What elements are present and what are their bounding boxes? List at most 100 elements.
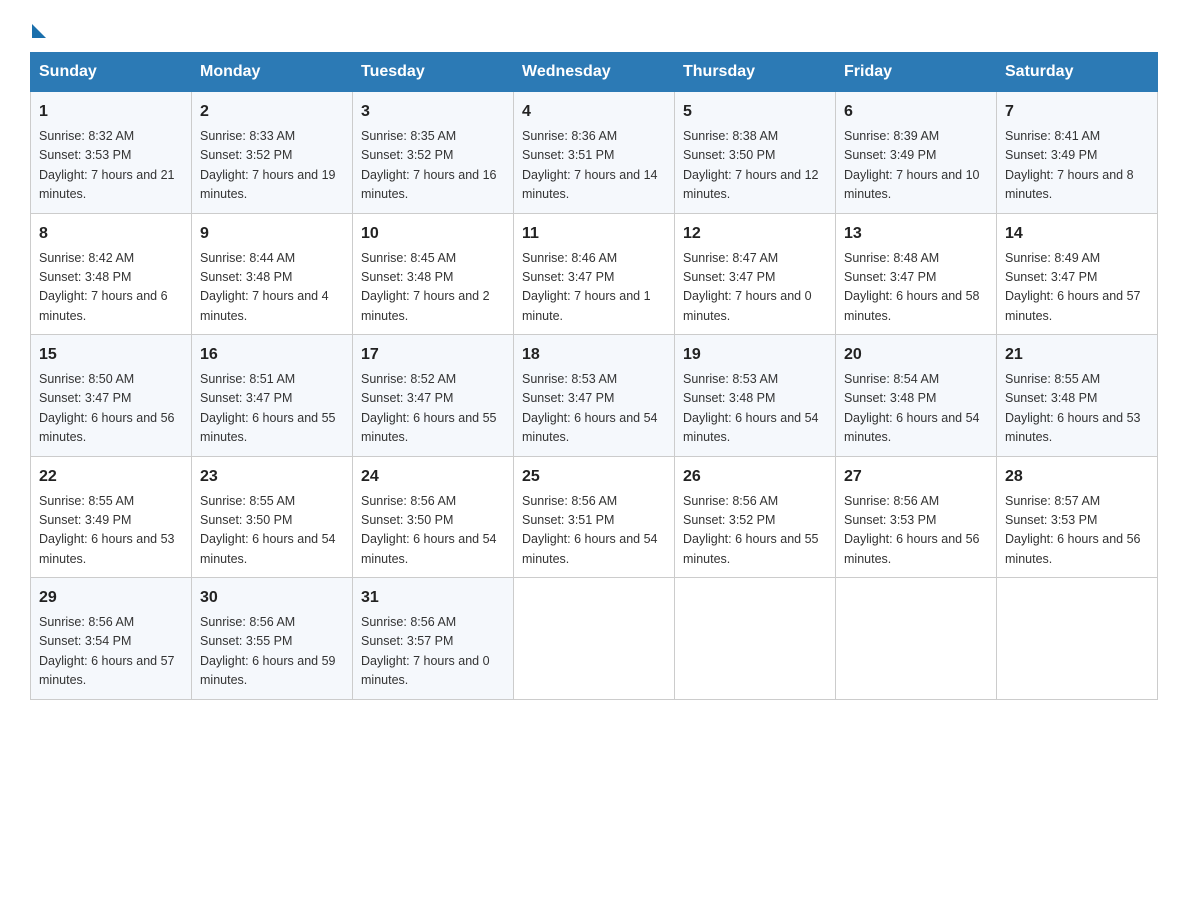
calendar-cell: 27Sunrise: 8:56 AMSunset: 3:53 PMDayligh… (836, 456, 997, 578)
calendar-cell: 25 Sunrise: 8:56 AMSunset: 3:51 PMDayligh… (514, 456, 675, 578)
day-number: 30 (200, 586, 344, 610)
calendar-cell: 19 Sunrise: 8:53 AMSunset: 3:48 PMDayligh… (675, 335, 836, 457)
calendar-cell: 28 Sunrise: 8:57 AMSunset: 3:53 PMDayligh… (997, 456, 1158, 578)
column-header-friday: Friday (836, 53, 997, 92)
day-number: 1 (39, 100, 183, 124)
day-info: Sunrise: 8:56 AMSunset: 3:57 PMDaylight:… (361, 613, 505, 691)
day-info: Sunrise: 8:36 AMSunset: 3:51 PMDaylight:… (522, 127, 666, 205)
calendar-cell: 8 Sunrise: 8:42 AMSunset: 3:48 PMDaylight… (31, 213, 192, 335)
column-header-saturday: Saturday (997, 53, 1158, 92)
week-row-3: 15 Sunrise: 8:50 AMSunset: 3:47 PMDayligh… (31, 335, 1158, 457)
column-header-monday: Monday (192, 53, 353, 92)
day-info: Sunrise: 8:48 AMSunset: 3:47 PMDaylight:… (844, 249, 988, 327)
day-info: Sunrise: 8:53 AMSunset: 3:47 PMDaylight:… (522, 370, 666, 448)
day-number: 18 (522, 343, 666, 367)
day-info: Sunrise: 8:56 AMSunset: 3:51 PMDaylight:… (522, 492, 666, 570)
day-number: 19 (683, 343, 827, 367)
day-info: Sunrise: 8:57 AMSunset: 3:53 PMDaylight:… (1005, 492, 1149, 570)
day-number: 24 (361, 465, 505, 489)
calendar-cell: 10 Sunrise: 8:45 AMSunset: 3:48 PMDayligh… (353, 213, 514, 335)
day-info: Sunrise: 8:56 AMSunset: 3:50 PMDaylight:… (361, 492, 505, 570)
calendar-cell: 1 Sunrise: 8:32 AMSunset: 3:53 PMDaylight… (31, 92, 192, 214)
day-number: 21 (1005, 343, 1149, 367)
day-info: Sunrise: 8:51 AMSunset: 3:47 PMDaylight:… (200, 370, 344, 448)
calendar-cell: 26Sunrise: 8:56 AMSunset: 3:52 PMDayligh… (675, 456, 836, 578)
column-header-wednesday: Wednesday (514, 53, 675, 92)
day-number: 3 (361, 100, 505, 124)
day-info: Sunrise: 8:47 AMSunset: 3:47 PMDaylight:… (683, 249, 827, 327)
day-info: Sunrise: 8:35 AMSunset: 3:52 PMDaylight:… (361, 127, 505, 205)
day-info: Sunrise: 8:50 AMSunset: 3:47 PMDaylight:… (39, 370, 183, 448)
calendar-cell: 5 Sunrise: 8:38 AMSunset: 3:50 PMDaylight… (675, 92, 836, 214)
day-number: 15 (39, 343, 183, 367)
day-number: 11 (522, 222, 666, 246)
day-number: 25 (522, 465, 666, 489)
week-row-5: 29 Sunrise: 8:56 AMSunset: 3:54 PMDayligh… (31, 578, 1158, 700)
calendar-cell (514, 578, 675, 700)
day-number: 4 (522, 100, 666, 124)
day-number: 16 (200, 343, 344, 367)
day-number: 27 (844, 465, 988, 489)
day-number: 31 (361, 586, 505, 610)
day-info: Sunrise: 8:49 AMSunset: 3:47 PMDaylight:… (1005, 249, 1149, 327)
day-number: 26 (683, 465, 827, 489)
day-info: Sunrise: 8:42 AMSunset: 3:48 PMDaylight:… (39, 249, 183, 327)
calendar-cell: 3 Sunrise: 8:35 AMSunset: 3:52 PMDaylight… (353, 92, 514, 214)
calendar-cell: 22Sunrise: 8:55 AMSunset: 3:49 PMDayligh… (31, 456, 192, 578)
calendar-cell: 18 Sunrise: 8:53 AMSunset: 3:47 PMDayligh… (514, 335, 675, 457)
day-number: 5 (683, 100, 827, 124)
calendar-cell: 13 Sunrise: 8:48 AMSunset: 3:47 PMDayligh… (836, 213, 997, 335)
calendar-header-row: SundayMondayTuesdayWednesdayThursdayFrid… (31, 53, 1158, 92)
day-number: 22 (39, 465, 183, 489)
calendar-cell: 29 Sunrise: 8:56 AMSunset: 3:54 PMDayligh… (31, 578, 192, 700)
page-header (30, 20, 1158, 34)
day-info: Sunrise: 8:41 AMSunset: 3:49 PMDaylight:… (1005, 127, 1149, 205)
day-number: 14 (1005, 222, 1149, 246)
day-number: 10 (361, 222, 505, 246)
calendar-cell: 2 Sunrise: 8:33 AMSunset: 3:52 PMDaylight… (192, 92, 353, 214)
logo-triangle-icon (32, 24, 46, 38)
week-row-4: 22Sunrise: 8:55 AMSunset: 3:49 PMDayligh… (31, 456, 1158, 578)
day-number: 12 (683, 222, 827, 246)
calendar-cell (997, 578, 1158, 700)
day-number: 7 (1005, 100, 1149, 124)
calendar-cell: 12 Sunrise: 8:47 AMSunset: 3:47 PMDayligh… (675, 213, 836, 335)
day-info: Sunrise: 8:33 AMSunset: 3:52 PMDaylight:… (200, 127, 344, 205)
calendar-cell: 23Sunrise: 8:55 AMSunset: 3:50 PMDayligh… (192, 456, 353, 578)
calendar-cell: 30 Sunrise: 8:56 AMSunset: 3:55 PMDayligh… (192, 578, 353, 700)
day-info: Sunrise: 8:39 AMSunset: 3:49 PMDaylight:… (844, 127, 988, 205)
day-info: Sunrise: 8:44 AMSunset: 3:48 PMDaylight:… (200, 249, 344, 327)
day-number: 13 (844, 222, 988, 246)
column-header-tuesday: Tuesday (353, 53, 514, 92)
calendar-cell: 4 Sunrise: 8:36 AMSunset: 3:51 PMDaylight… (514, 92, 675, 214)
day-number: 8 (39, 222, 183, 246)
day-number: 28 (1005, 465, 1149, 489)
calendar-cell: 9 Sunrise: 8:44 AMSunset: 3:48 PMDaylight… (192, 213, 353, 335)
day-number: 17 (361, 343, 505, 367)
day-info: Sunrise: 8:56 AMSunset: 3:54 PMDaylight:… (39, 613, 183, 691)
day-number: 9 (200, 222, 344, 246)
day-info: Sunrise: 8:46 AMSunset: 3:47 PMDaylight:… (522, 249, 666, 327)
calendar-cell: 14 Sunrise: 8:49 AMSunset: 3:47 PMDayligh… (997, 213, 1158, 335)
calendar-cell: 24 Sunrise: 8:56 AMSunset: 3:50 PMDayligh… (353, 456, 514, 578)
column-header-thursday: Thursday (675, 53, 836, 92)
logo (30, 20, 46, 34)
week-row-2: 8 Sunrise: 8:42 AMSunset: 3:48 PMDaylight… (31, 213, 1158, 335)
calendar-table: SundayMondayTuesdayWednesdayThursdayFrid… (30, 52, 1158, 700)
day-info: Sunrise: 8:53 AMSunset: 3:48 PMDaylight:… (683, 370, 827, 448)
day-info: Sunrise: 8:56 AMSunset: 3:55 PMDaylight:… (200, 613, 344, 691)
day-info: Sunrise: 8:32 AMSunset: 3:53 PMDaylight:… (39, 127, 183, 205)
day-number: 2 (200, 100, 344, 124)
day-info: Sunrise: 8:55 AMSunset: 3:50 PMDaylight:… (200, 492, 344, 570)
column-header-sunday: Sunday (31, 53, 192, 92)
day-info: Sunrise: 8:55 AMSunset: 3:48 PMDaylight:… (1005, 370, 1149, 448)
day-info: Sunrise: 8:54 AMSunset: 3:48 PMDaylight:… (844, 370, 988, 448)
calendar-cell: 31 Sunrise: 8:56 AMSunset: 3:57 PMDayligh… (353, 578, 514, 700)
day-number: 29 (39, 586, 183, 610)
calendar-cell: 16 Sunrise: 8:51 AMSunset: 3:47 PMDayligh… (192, 335, 353, 457)
calendar-cell (836, 578, 997, 700)
day-info: Sunrise: 8:45 AMSunset: 3:48 PMDaylight:… (361, 249, 505, 327)
calendar-cell: 6Sunrise: 8:39 AMSunset: 3:49 PMDaylight… (836, 92, 997, 214)
day-info: Sunrise: 8:38 AMSunset: 3:50 PMDaylight:… (683, 127, 827, 205)
day-info: Sunrise: 8:52 AMSunset: 3:47 PMDaylight:… (361, 370, 505, 448)
